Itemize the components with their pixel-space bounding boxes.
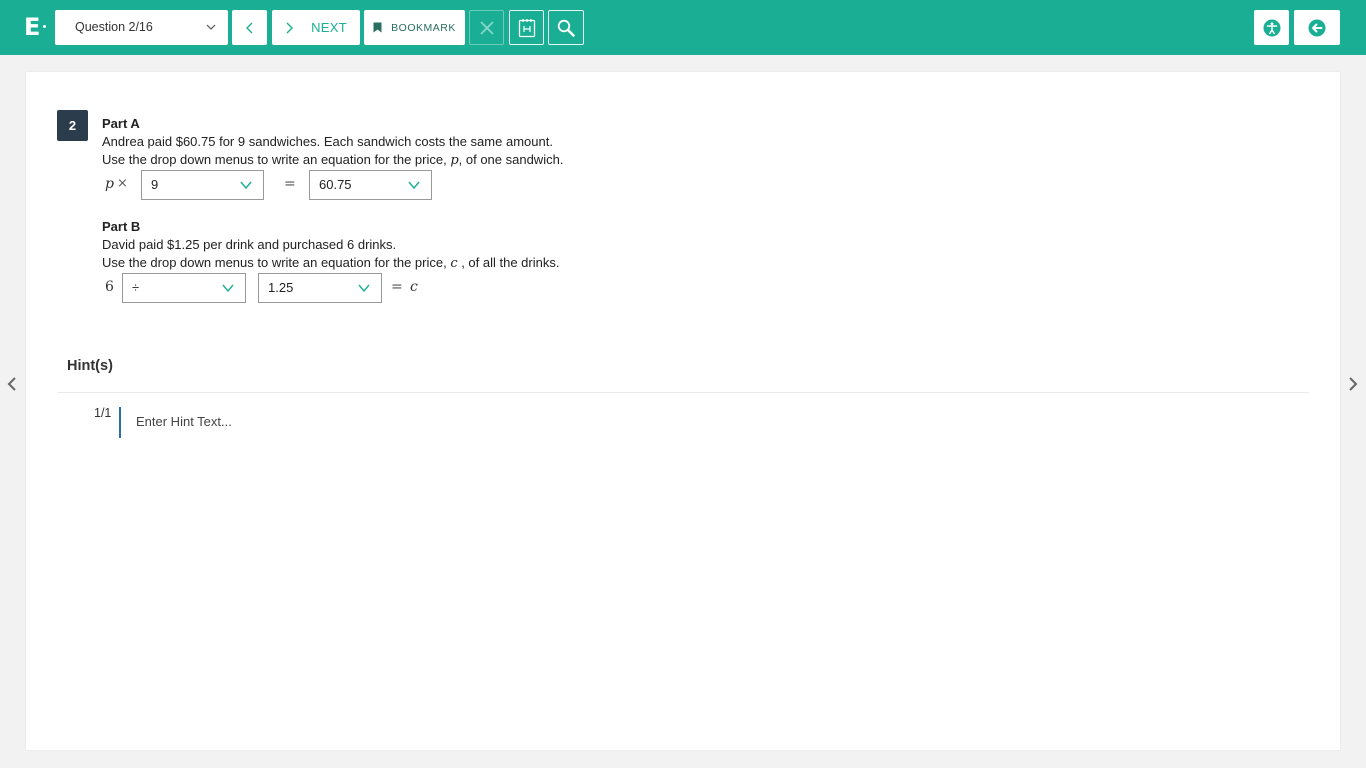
part-b-text-2: Use the drop down menus to write an equa…	[102, 255, 560, 271]
chevron-down-icon	[408, 181, 420, 190]
part-b-eq-variable: c	[410, 279, 418, 295]
bookmark-button[interactable]: BOOKMARK	[364, 10, 465, 45]
part-b-eq-number: 6	[105, 279, 114, 295]
part-a-title: Part A	[102, 116, 140, 131]
exit-button[interactable]	[1294, 10, 1340, 45]
top-toolbar: E Question 2/16 NEXT BOOKMARK	[0, 0, 1366, 55]
app-logo: E	[24, 14, 47, 40]
chevron-right-icon	[286, 22, 294, 33]
question-select[interactable]: Question 2/16	[55, 10, 228, 45]
calculator-icon	[518, 18, 535, 37]
part-a-dropdown-2[interactable]: 60.75	[309, 170, 432, 200]
chevron-down-icon	[240, 181, 252, 190]
next-label: NEXT	[311, 20, 347, 35]
hint-text-input[interactable]: Enter Hint Text...	[136, 414, 232, 429]
back-arrow-icon	[1308, 19, 1326, 36]
part-b-eq-equals: =	[391, 279, 403, 295]
part-b-title: Part B	[102, 219, 141, 234]
part-a-dropdown-1[interactable]: 9	[141, 170, 264, 200]
hint-bar	[119, 407, 121, 438]
part-b-variable: c	[450, 256, 458, 271]
next-button[interactable]: NEXT	[272, 10, 360, 45]
search-icon	[557, 19, 575, 37]
hints-title: Hint(s)	[67, 358, 113, 374]
part-a-eq-variable: p	[105, 176, 114, 192]
chevron-down-icon	[222, 284, 234, 293]
part-b-dropdown-2[interactable]: 1.25	[258, 273, 382, 303]
chevron-down-icon	[358, 284, 370, 293]
accessibility-button[interactable]	[1254, 10, 1289, 45]
previous-button[interactable]	[232, 10, 267, 45]
page-prev-arrow-icon[interactable]	[6, 376, 18, 392]
hint-counter: 1/1	[94, 406, 112, 420]
part-b-dropdown-1[interactable]: ÷	[122, 273, 246, 303]
close-button[interactable]	[469, 10, 504, 45]
chevron-down-icon	[206, 24, 216, 30]
bookmark-icon	[373, 22, 382, 33]
calculator-button[interactable]	[509, 10, 544, 45]
part-a-text-2: Use the drop down menus to write an equa…	[102, 152, 564, 168]
part-a-eq-equals: =	[284, 176, 296, 192]
page-next-arrow-icon[interactable]	[1347, 376, 1359, 392]
hints-divider	[57, 392, 1309, 393]
chevron-left-icon	[245, 22, 252, 33]
close-icon	[479, 20, 494, 35]
part-a-text-1: Andrea paid $60.75 for 9 sandwiches. Eac…	[102, 134, 553, 149]
question-select-label: Question 2/16	[75, 20, 153, 34]
part-b-text-1: David paid $1.25 per drink and purchased…	[102, 237, 397, 252]
bookmark-label: BOOKMARK	[391, 21, 456, 34]
part-a-variable: p	[450, 153, 459, 168]
search-button[interactable]	[548, 10, 584, 45]
question-number-badge: 2	[57, 110, 88, 141]
accessibility-icon	[1263, 19, 1280, 36]
part-a-eq-operator: ×	[117, 176, 128, 191]
